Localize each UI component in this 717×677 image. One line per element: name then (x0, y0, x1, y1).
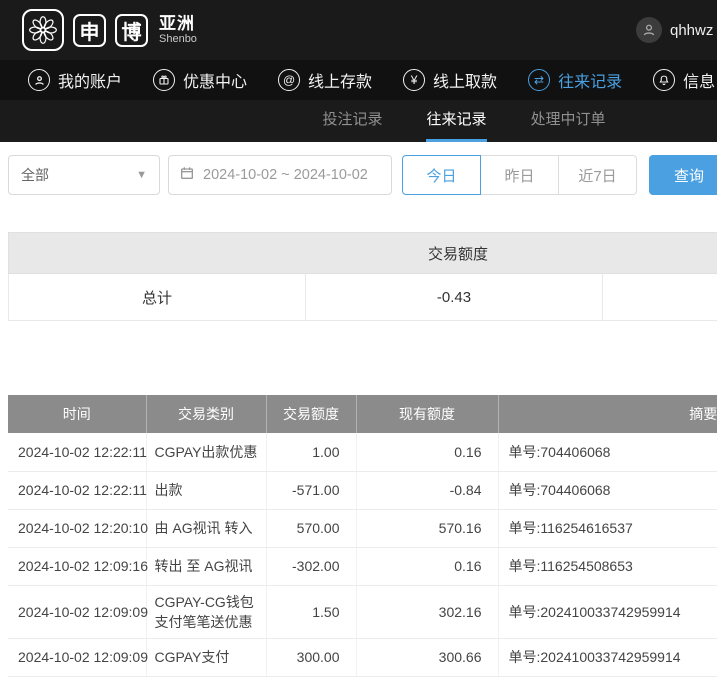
cell-memo: 单号:202410033742959914 (498, 638, 717, 676)
nav-item-deposit[interactable]: @ 线上存款 (278, 68, 372, 92)
cell-amount: 1.00 (266, 433, 356, 471)
cell-memo: 单号:704406068 (498, 471, 717, 509)
record-tabs: 投注记录 往来记录 处理中订单 (0, 100, 717, 142)
last-7-days-button[interactable]: 近7日 (558, 155, 637, 195)
nav-item-label: 线上存款 (308, 68, 372, 92)
nav-item-messages[interactable]: 信息 (653, 68, 715, 92)
username: qhhwz (670, 22, 713, 39)
bell-icon (653, 69, 675, 91)
page: 申 博 亚洲 Shenbo qhhwz 我的账户 优惠中心 (0, 0, 717, 677)
logo-brand-name: Shenbo (159, 33, 197, 46)
type-select-value: 全部 (21, 165, 49, 185)
cell-amount: -571.00 (266, 471, 356, 509)
cell-type: 由 AG视讯 转入 (146, 509, 266, 547)
cell-time: 2024-10-02 12:20:10 (8, 509, 146, 547)
cell-balance: 302.16 (356, 585, 498, 638)
cell-memo: 单号:202410033742959914 (498, 585, 717, 638)
nav-item-my-account[interactable]: 我的账户 (28, 68, 122, 92)
col-header-memo: 摘要 (498, 395, 717, 433)
summary-total-row: 总计 -0.43 (9, 274, 717, 321)
cell-type: 出款 (146, 471, 266, 509)
summary-empty-cell (603, 274, 717, 321)
brand-logo[interactable]: 申 博 亚洲 Shenbo (22, 9, 197, 51)
filter-bar: 全部 ▼ 2024-10-02 ~ 2024-10-02 今日 昨日 近7日 查… (0, 142, 717, 208)
cell-balance: -0.84 (356, 471, 498, 509)
cell-balance: 570.16 (356, 509, 498, 547)
table-row: 2024-10-02 12:22:11 出款 -571.00 -0.84 单号:… (8, 471, 717, 509)
summary-header-row: 交易额度 (9, 233, 717, 274)
cell-time: 2024-10-02 12:09:09 (8, 638, 146, 676)
col-header-type: 交易类别 (146, 395, 266, 433)
user-avatar-icon (636, 17, 662, 43)
table-row: 2024-10-02 12:09:16 转出 至 AG视讯 -302.00 0.… (8, 547, 717, 585)
col-header-balance: 现有额度 (356, 395, 498, 433)
cell-time: 2024-10-02 12:22:11 (8, 433, 146, 471)
records-header-row: 时间 交易类别 交易额度 现有额度 摘要 (8, 395, 717, 433)
date-range-value: 2024-10-02 ~ 2024-10-02 (203, 167, 368, 183)
lotus-flower-icon (22, 9, 64, 51)
nav-item-promotions[interactable]: 优惠中心 (153, 68, 247, 92)
cell-amount: 1.50 (266, 585, 356, 638)
search-button[interactable]: 查询 (649, 155, 717, 195)
yesterday-button[interactable]: 昨日 (480, 155, 559, 195)
table-row: 2024-10-02 12:09:09 CGPAY-CG钱包支付笔笔送优惠 1.… (8, 585, 717, 638)
deposit-icon: @ (278, 69, 300, 91)
quick-range-group: 今日 昨日 近7日 (402, 155, 637, 195)
nav-item-label: 信息 (683, 68, 715, 92)
nav-item-withdraw[interactable]: ¥ 线上取款 (403, 68, 497, 92)
tab-betting-records[interactable]: 投注记录 (322, 100, 382, 142)
cell-balance: 0.16 (356, 433, 498, 471)
tab-transaction-records[interactable]: 往来记录 (426, 100, 486, 142)
withdraw-icon: ¥ (403, 69, 425, 91)
logo-text: 亚洲 Shenbo (159, 14, 197, 46)
tab-processing-orders[interactable]: 处理中订单 (531, 100, 606, 142)
user-icon (28, 69, 50, 91)
cell-amount: -302.00 (266, 547, 356, 585)
logo-region: 亚洲 (159, 14, 197, 34)
cell-balance: 300.66 (356, 638, 498, 676)
cell-memo: 单号:704406068 (498, 433, 717, 471)
cell-memo: 单号:116254508653 (498, 547, 717, 585)
cell-type: CGPAY出款优惠 (146, 433, 266, 471)
cell-type: CGPAY-CG钱包支付笔笔送优惠 (146, 585, 266, 638)
calendar-icon (179, 165, 195, 185)
table-row: 2024-10-02 12:22:11 CGPAY出款优惠 1.00 0.16 … (8, 433, 717, 471)
table-row: 2024-10-02 12:09:09 CGPAY支付 300.00 300.6… (8, 638, 717, 676)
nav-item-label: 线上取款 (433, 68, 497, 92)
cell-time: 2024-10-02 12:09:16 (8, 547, 146, 585)
cell-memo: 单号:116254616537 (498, 509, 717, 547)
chevron-down-icon: ▼ (136, 169, 147, 181)
top-header: 申 博 亚洲 Shenbo qhhwz (0, 0, 717, 60)
cell-time: 2024-10-02 12:09:09 (8, 585, 146, 638)
nav-item-label: 往来记录 (558, 68, 622, 92)
cell-type: 转出 至 AG视讯 (146, 547, 266, 585)
records-table: 时间 交易类别 交易额度 现有额度 摘要 2024-10-02 12:22:11… (8, 395, 717, 677)
nav-item-label: 优惠中心 (183, 68, 247, 92)
main-nav: 我的账户 优惠中心 @ 线上存款 ¥ 线上取款 ⇄ 往来记录 信息 (0, 60, 717, 100)
table-row: 2024-10-02 12:20:10 由 AG视讯 转入 570.00 570… (8, 509, 717, 547)
summary-total-value: -0.43 (306, 274, 603, 321)
exchange-icon: ⇄ (528, 69, 550, 91)
summary-total-label: 总计 (9, 274, 306, 321)
cell-time: 2024-10-02 12:22:11 (8, 471, 146, 509)
summary-table: 交易额度 总计 -0.43 (8, 232, 717, 321)
nav-item-label: 我的账户 (58, 68, 122, 92)
cell-type: CGPAY支付 (146, 638, 266, 676)
type-select[interactable]: 全部 ▼ (8, 155, 160, 195)
nav-item-transaction-records[interactable]: ⇄ 往来记录 (528, 68, 622, 92)
today-button[interactable]: 今日 (402, 155, 481, 195)
logo-char-shen: 申 (73, 14, 106, 47)
col-header-time: 时间 (8, 395, 146, 433)
summary-header: 交易额度 (9, 233, 717, 274)
col-header-amount: 交易额度 (266, 395, 356, 433)
cell-amount: 300.00 (266, 638, 356, 676)
cell-balance: 0.16 (356, 547, 498, 585)
cell-amount: 570.00 (266, 509, 356, 547)
logo-char-bo: 博 (115, 14, 148, 47)
date-range-input[interactable]: 2024-10-02 ~ 2024-10-02 (168, 155, 392, 195)
gift-icon (153, 69, 175, 91)
user-account[interactable]: qhhwz (636, 0, 713, 60)
